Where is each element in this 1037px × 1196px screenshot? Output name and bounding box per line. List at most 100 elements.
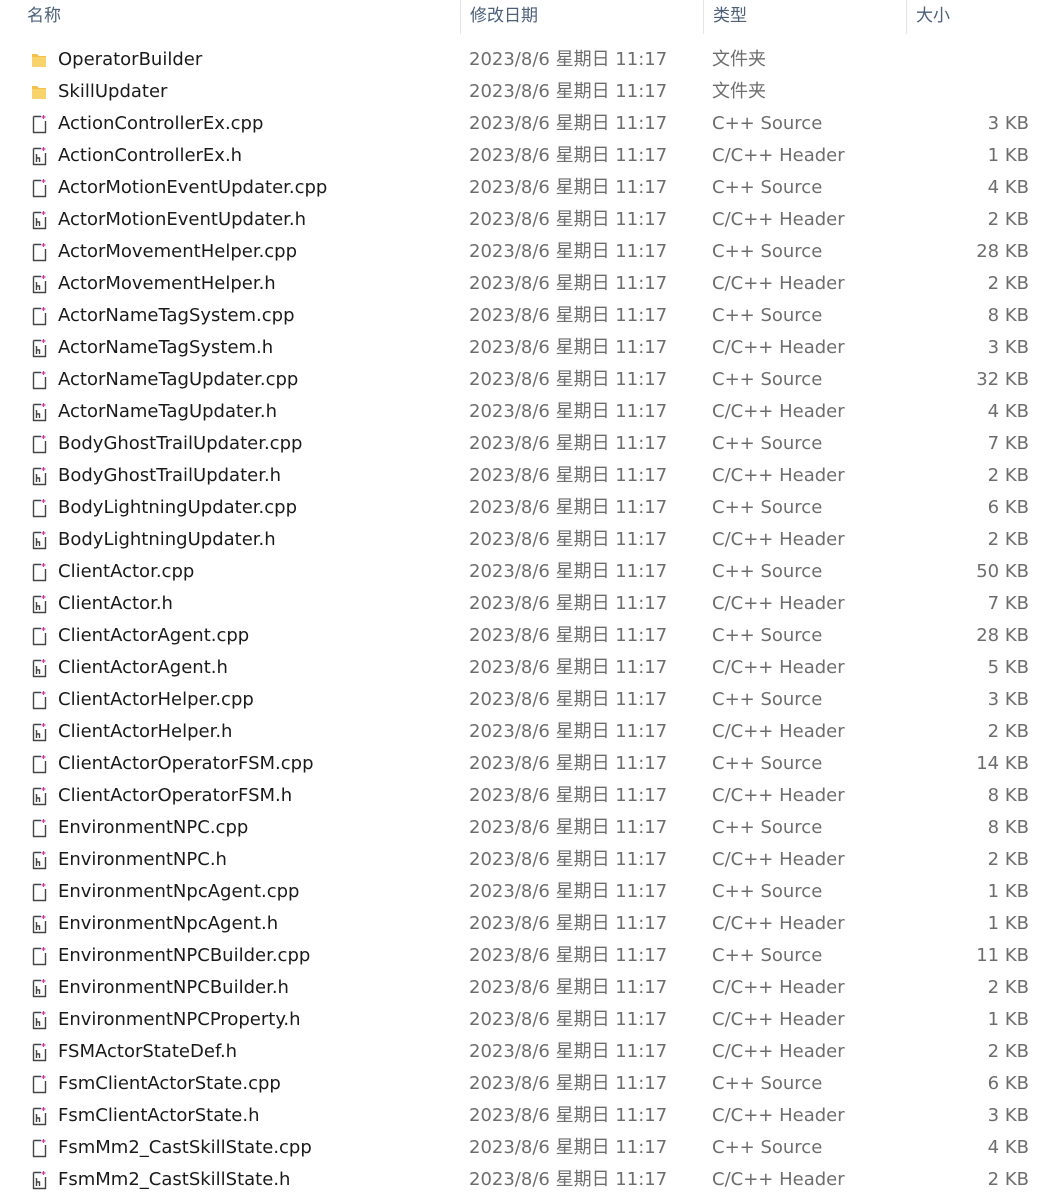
file-type: 文件夹 [712, 49, 766, 70]
file-row[interactable]: BodyLightningUpdater.h 2023/8/6 星期日 11:17… [0, 524, 1037, 556]
file-row[interactable]: ClientActorHelper.cpp 2023/8/6 星期日 11:17 C… [0, 684, 1037, 716]
file-row[interactable]: ActorNameTagSystem.cpp 2023/8/6 星期日 11:17… [0, 300, 1037, 332]
file-type: 文件夹 [712, 81, 766, 102]
file-name: ClientActorOperatorFSM.cpp [58, 753, 314, 774]
file-name: ClientActorHelper.h [58, 721, 233, 742]
file-type: C++ Source [712, 881, 823, 902]
file-type: C++ Source [712, 305, 823, 326]
file-row[interactable]: EnvironmentNPCBuilder.h 2023/8/6 星期日 11:1… [0, 972, 1037, 1004]
file-type: C/C++ Header [712, 977, 845, 998]
file-type: C++ Source [712, 177, 823, 198]
file-row[interactable]: ActorMotionEventUpdater.cpp 2023/8/6 星期日 … [0, 172, 1037, 204]
file-row[interactable]: ActorNameTagSystem.h 2023/8/6 星期日 11:17 C/… [0, 332, 1037, 364]
file-size: 3 KB [987, 1105, 1029, 1126]
file-size: 1 KB [987, 913, 1029, 934]
file-row[interactable]: FsmClientActorState.cpp 2023/8/6 星期日 11:1… [0, 1068, 1037, 1100]
file-size: 2 KB [987, 1169, 1029, 1190]
file-row[interactable]: ClientActorOperatorFSM.cpp 2023/8/6 星期日 1… [0, 748, 1037, 780]
file-row[interactable]: ActorNameTagUpdater.cpp 2023/8/6 星期日 11:1… [0, 364, 1037, 396]
file-row[interactable]: ActionControllerEx.cpp 2023/8/6 星期日 11:17… [0, 108, 1037, 140]
column-header-bar: 名称 修改日期 类型 大小 [0, 0, 1037, 36]
file-size: 2 KB [987, 273, 1029, 294]
file-name: ActorMotionEventUpdater.h [58, 209, 307, 230]
file-size: 8 KB [987, 305, 1029, 326]
file-row[interactable]: ActionControllerEx.h 2023/8/6 星期日 11:17 C/… [0, 140, 1037, 172]
header-file-icon [30, 274, 48, 294]
file-name: FsmMm2_CastSkillState.h [58, 1169, 291, 1190]
file-type: C/C++ Header [712, 1105, 845, 1126]
file-row[interactable]: EnvironmentNPC.cpp 2023/8/6 星期日 11:17 C++ … [0, 812, 1037, 844]
cpp-file-icon [30, 754, 48, 774]
file-row[interactable]: FsmMm2_CastSkillState.cpp 2023/8/6 星期日 11… [0, 1132, 1037, 1164]
file-date-modified: 2023/8/6 星期日 11:17 [469, 817, 668, 838]
file-size: 32 KB [976, 369, 1029, 390]
file-name: ActorNameTagUpdater.cpp [58, 369, 299, 390]
column-header-type[interactable]: 类型 [703, 0, 906, 34]
file-date-modified: 2023/8/6 星期日 11:17 [469, 305, 668, 326]
file-date-modified: 2023/8/6 星期日 11:17 [469, 529, 668, 550]
file-row[interactable]: EnvironmentNpcAgent.cpp 2023/8/6 星期日 11:1… [0, 876, 1037, 908]
file-name: ActorNameTagUpdater.h [58, 401, 278, 422]
file-type: C/C++ Header [712, 401, 845, 422]
file-name: BodyGhostTrailUpdater.h [58, 465, 282, 486]
file-row[interactable]: ActorMovementHelper.cpp 2023/8/6 星期日 11:1… [0, 236, 1037, 268]
file-name: EnvironmentNpcAgent.h [58, 913, 279, 934]
file-date-modified: 2023/8/6 星期日 11:17 [469, 1009, 668, 1030]
cpp-file-icon [30, 1074, 48, 1094]
file-size: 2 KB [987, 209, 1029, 230]
header-file-icon [30, 850, 48, 870]
cpp-file-icon [30, 882, 48, 902]
file-date-modified: 2023/8/6 星期日 11:17 [469, 49, 668, 70]
file-type: C++ Source [712, 1073, 823, 1094]
file-row[interactable]: ClientActorOperatorFSM.h 2023/8/6 星期日 11:… [0, 780, 1037, 812]
file-row[interactable]: FsmMm2_CastSkillState.h 2023/8/6 星期日 11:1… [0, 1164, 1037, 1196]
file-type: C++ Source [712, 1137, 823, 1158]
file-row[interactable]: ActorNameTagUpdater.h 2023/8/6 星期日 11:17 C… [0, 396, 1037, 428]
header-file-icon [30, 1042, 48, 1062]
file-row[interactable]: EnvironmentNPCProperty.h 2023/8/6 星期日 11:… [0, 1004, 1037, 1036]
file-row[interactable]: ActorMotionEventUpdater.h 2023/8/6 星期日 11… [0, 204, 1037, 236]
file-row[interactable]: ActorMovementHelper.h 2023/8/6 星期日 11:17 C… [0, 268, 1037, 300]
file-row[interactable]: SkillUpdater 2023/8/6 星期日 11:17 文件夹 [0, 76, 1037, 108]
file-name: ClientActorAgent.h [58, 657, 228, 678]
file-name: EnvironmentNPC.h [58, 849, 227, 870]
file-type: C++ Source [712, 689, 823, 710]
column-header-date-modified[interactable]: 修改日期 [460, 0, 703, 34]
file-row[interactable]: ClientActorAgent.cpp 2023/8/6 星期日 11:17 C+… [0, 620, 1037, 652]
file-row[interactable]: ClientActorAgent.h 2023/8/6 星期日 11:17 C/C+… [0, 652, 1037, 684]
file-row[interactable]: BodyGhostTrailUpdater.cpp 2023/8/6 星期日 11… [0, 428, 1037, 460]
file-size: 11 KB [976, 945, 1029, 966]
file-row[interactable]: OperatorBuilder 2023/8/6 星期日 11:17 文件夹 [0, 44, 1037, 76]
file-name: ActionControllerEx.cpp [58, 113, 264, 134]
header-file-icon [30, 210, 48, 230]
file-type: C++ Source [712, 369, 823, 390]
file-row[interactable]: EnvironmentNPC.h 2023/8/6 星期日 11:17 C/C++ … [0, 844, 1037, 876]
file-row[interactable]: FSMActorStateDef.h 2023/8/6 星期日 11:17 C/C+… [0, 1036, 1037, 1068]
file-name: FsmClientActorState.h [58, 1105, 260, 1126]
file-date-modified: 2023/8/6 星期日 11:17 [469, 369, 668, 390]
cpp-file-icon [30, 818, 48, 838]
column-header-name[interactable]: 名称 [18, 0, 460, 34]
column-header-size[interactable]: 大小 [906, 0, 1037, 34]
file-name: ActionControllerEx.h [58, 145, 243, 166]
file-row[interactable]: FsmClientActorState.h 2023/8/6 星期日 11:17 C… [0, 1100, 1037, 1132]
header-file-icon [30, 594, 48, 614]
file-row[interactable]: ClientActor.h 2023/8/6 星期日 11:17 C/C++ Hea… [0, 588, 1037, 620]
file-date-modified: 2023/8/6 星期日 11:17 [469, 721, 668, 742]
file-date-modified: 2023/8/6 星期日 11:17 [469, 177, 668, 198]
file-type: C/C++ Header [712, 657, 845, 678]
file-date-modified: 2023/8/6 星期日 11:17 [469, 433, 668, 454]
file-row[interactable]: ClientActorHelper.h 2023/8/6 星期日 11:17 C/C… [0, 716, 1037, 748]
cpp-file-icon [30, 306, 48, 326]
file-row[interactable]: BodyLightningUpdater.cpp 2023/8/6 星期日 11:… [0, 492, 1037, 524]
file-list: OperatorBuilder 2023/8/6 星期日 11:17 文件夹 Skil… [0, 44, 1037, 1196]
file-size: 28 KB [976, 241, 1029, 262]
header-file-icon [30, 722, 48, 742]
file-row[interactable]: EnvironmentNpcAgent.h 2023/8/6 星期日 11:17 C… [0, 908, 1037, 940]
file-date-modified: 2023/8/6 星期日 11:17 [469, 689, 668, 710]
header-file-icon [30, 1010, 48, 1030]
file-row[interactable]: EnvironmentNPCBuilder.cpp 2023/8/6 星期日 11… [0, 940, 1037, 972]
file-date-modified: 2023/8/6 星期日 11:17 [469, 337, 668, 358]
file-row[interactable]: ClientActor.cpp 2023/8/6 星期日 11:17 C++ Sou… [0, 556, 1037, 588]
file-row[interactable]: BodyGhostTrailUpdater.h 2023/8/6 星期日 11:1… [0, 460, 1037, 492]
